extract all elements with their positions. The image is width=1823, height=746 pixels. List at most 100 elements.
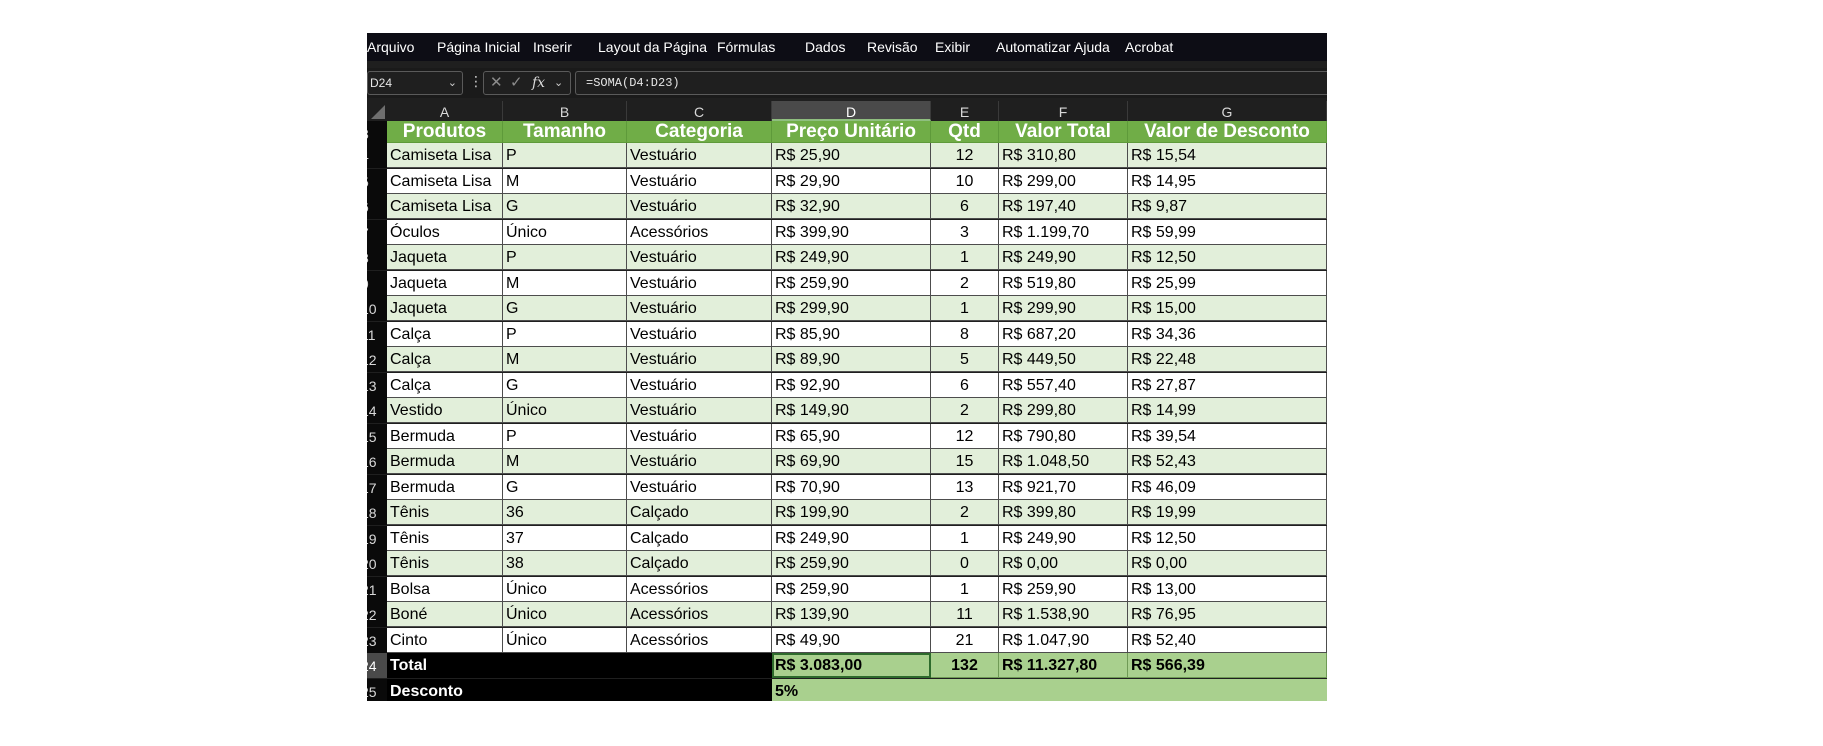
cell-g[interactable]: R$ 76,95 [1128, 602, 1327, 627]
cell-g[interactable]: R$ 14,95 [1128, 168, 1327, 194]
cell-c[interactable]: Acessórios [627, 602, 772, 627]
cell-e[interactable]: 12 [931, 423, 999, 449]
cell-e[interactable]: 1 [931, 245, 999, 270]
row-number[interactable]: 23 [367, 627, 387, 653]
cancel-icon[interactable]: ✕ [490, 72, 503, 94]
cell-b[interactable]: G [503, 474, 627, 500]
cell-a[interactable]: Calça [387, 347, 503, 372]
cell-e[interactable]: 5 [931, 347, 999, 372]
cell-a[interactable]: Produtos [387, 121, 503, 143]
cell-c[interactable]: Acessórios [627, 219, 772, 245]
cell-b[interactable]: M [503, 168, 627, 194]
cell-a[interactable]: Total [387, 653, 503, 678]
cell-d[interactable]: R$ 399,90 [772, 219, 931, 245]
column-header-a[interactable]: A [387, 101, 503, 121]
cell-f[interactable]: R$ 11.327,80 [999, 653, 1128, 678]
cell-g[interactable]: R$ 566,39 [1128, 653, 1327, 678]
cell-g[interactable]: Valor de Desconto [1128, 121, 1327, 143]
cell-d[interactable]: Preço Unitário [772, 121, 931, 143]
row-number[interactable]: 16 [367, 449, 387, 474]
cell-f[interactable]: R$ 519,80 [999, 270, 1128, 296]
cell-g[interactable]: R$ 12,50 [1128, 245, 1327, 270]
cell-e[interactable]: 6 [931, 372, 999, 398]
cell-f[interactable]: R$ 1.199,70 [999, 219, 1128, 245]
row-number[interactable]: 24 [367, 653, 387, 678]
cell-f[interactable]: R$ 399,80 [999, 500, 1128, 525]
cell-d[interactable]: R$ 259,90 [772, 551, 931, 576]
cell-g[interactable]: R$ 12,50 [1128, 525, 1327, 551]
cell-b[interactable]: 37 [503, 525, 627, 551]
chevron-down-icon[interactable]: ⌄ [554, 72, 563, 94]
check-icon[interactable]: ✓ [510, 72, 523, 94]
cell-b[interactable]: Único [503, 627, 627, 653]
cell-a[interactable]: Tênis [387, 500, 503, 525]
cell-a[interactable]: Tênis [387, 551, 503, 576]
cell-g[interactable]: R$ 15,00 [1128, 296, 1327, 321]
cell-b[interactable]: 38 [503, 551, 627, 576]
cell-g[interactable]: R$ 9,87 [1128, 194, 1327, 219]
cell-a[interactable]: Jaqueta [387, 270, 503, 296]
cell-c[interactable]: Calçado [627, 525, 772, 551]
menu-item-automatizar[interactable]: Automatizar [996, 39, 1071, 55]
column-header-e[interactable]: E [931, 101, 999, 121]
cell-b[interactable]: Único [503, 576, 627, 602]
cell-a[interactable]: Calça [387, 321, 503, 347]
row-number[interactable]: 13 [367, 372, 387, 398]
cell-f[interactable]: Valor Total [999, 121, 1128, 143]
cell-g[interactable]: R$ 39,54 [1128, 423, 1327, 449]
cell-c[interactable]: Vestuário [627, 474, 772, 500]
cell-a[interactable]: Boné [387, 602, 503, 627]
row-number[interactable]: 6 [367, 194, 387, 219]
cell-d[interactable]: R$ 70,90 [772, 474, 931, 500]
menu-item-revisao[interactable]: Revisão [867, 39, 918, 55]
cell-g[interactable]: R$ 25,99 [1128, 270, 1327, 296]
cell-g[interactable]: R$ 22,48 [1128, 347, 1327, 372]
cell-f[interactable]: R$ 790,80 [999, 423, 1128, 449]
row-number[interactable]: 18 [367, 500, 387, 525]
menu-item-ajuda[interactable]: Ajuda [1074, 39, 1110, 55]
cell-c[interactable]: Vestuário [627, 398, 772, 423]
row-number[interactable]: 14 [367, 398, 387, 423]
cell-f[interactable]: R$ 299,00 [999, 168, 1128, 194]
cell-a[interactable]: Bermuda [387, 423, 503, 449]
row-number[interactable]: 25 [367, 678, 387, 701]
menu-item-layout-da-pagina[interactable]: Layout da Página [598, 39, 707, 55]
row-number[interactable]: 19 [367, 525, 387, 551]
cell-c[interactable]: Categoria [627, 121, 772, 143]
cell-d[interactable]: R$ 299,90 [772, 296, 931, 321]
cell-b[interactable]: P [503, 245, 627, 270]
cell-e[interactable]: 13 [931, 474, 999, 500]
row-number[interactable]: 9 [367, 270, 387, 296]
cell-d[interactable]: R$ 249,90 [772, 245, 931, 270]
cell-e[interactable]: 6 [931, 194, 999, 219]
cell-c[interactable]: Calçado [627, 500, 772, 525]
cell-g[interactable]: R$ 15,54 [1128, 143, 1327, 168]
cell-e[interactable]: Qtd [931, 121, 999, 143]
cell-c[interactable]: Vestuário [627, 449, 772, 474]
cell-c[interactable]: Vestuário [627, 168, 772, 194]
cell-c[interactable]: Vestuário [627, 321, 772, 347]
menu-item-exibir[interactable]: Exibir [935, 39, 970, 55]
cell-e[interactable]: 21 [931, 627, 999, 653]
name-box[interactable]: D24 ⌄ [367, 71, 463, 95]
menu-item-dados[interactable]: Dados [805, 39, 845, 55]
cell-e[interactable]: 2 [931, 270, 999, 296]
cell-f[interactable]: R$ 557,40 [999, 372, 1128, 398]
cell-f[interactable]: R$ 197,40 [999, 194, 1128, 219]
row-number[interactable]: 11 [367, 321, 387, 347]
more-vertical-icon[interactable]: ⋮ [469, 73, 483, 90]
cell-f[interactable]: R$ 310,80 [999, 143, 1128, 168]
menu-item-acrobat[interactable]: Acrobat [1125, 39, 1173, 55]
cell-g[interactable]: R$ 0,00 [1128, 551, 1327, 576]
cell-d[interactable]: R$ 3.083,00 [772, 653, 931, 678]
cell-b[interactable]: Único [503, 398, 627, 423]
row-number[interactable]: 12 [367, 347, 387, 372]
cell-g[interactable]: R$ 34,36 [1128, 321, 1327, 347]
cell-e[interactable]: 132 [931, 653, 999, 678]
cell-d[interactable]: R$ 65,90 [772, 423, 931, 449]
cell-b[interactable]: 36 [503, 500, 627, 525]
cell-e[interactable]: 2 [931, 500, 999, 525]
cell-b[interactable]: Único [503, 219, 627, 245]
cell-d[interactable]: R$ 149,90 [772, 398, 931, 423]
cell-f[interactable]: R$ 299,80 [999, 398, 1128, 423]
